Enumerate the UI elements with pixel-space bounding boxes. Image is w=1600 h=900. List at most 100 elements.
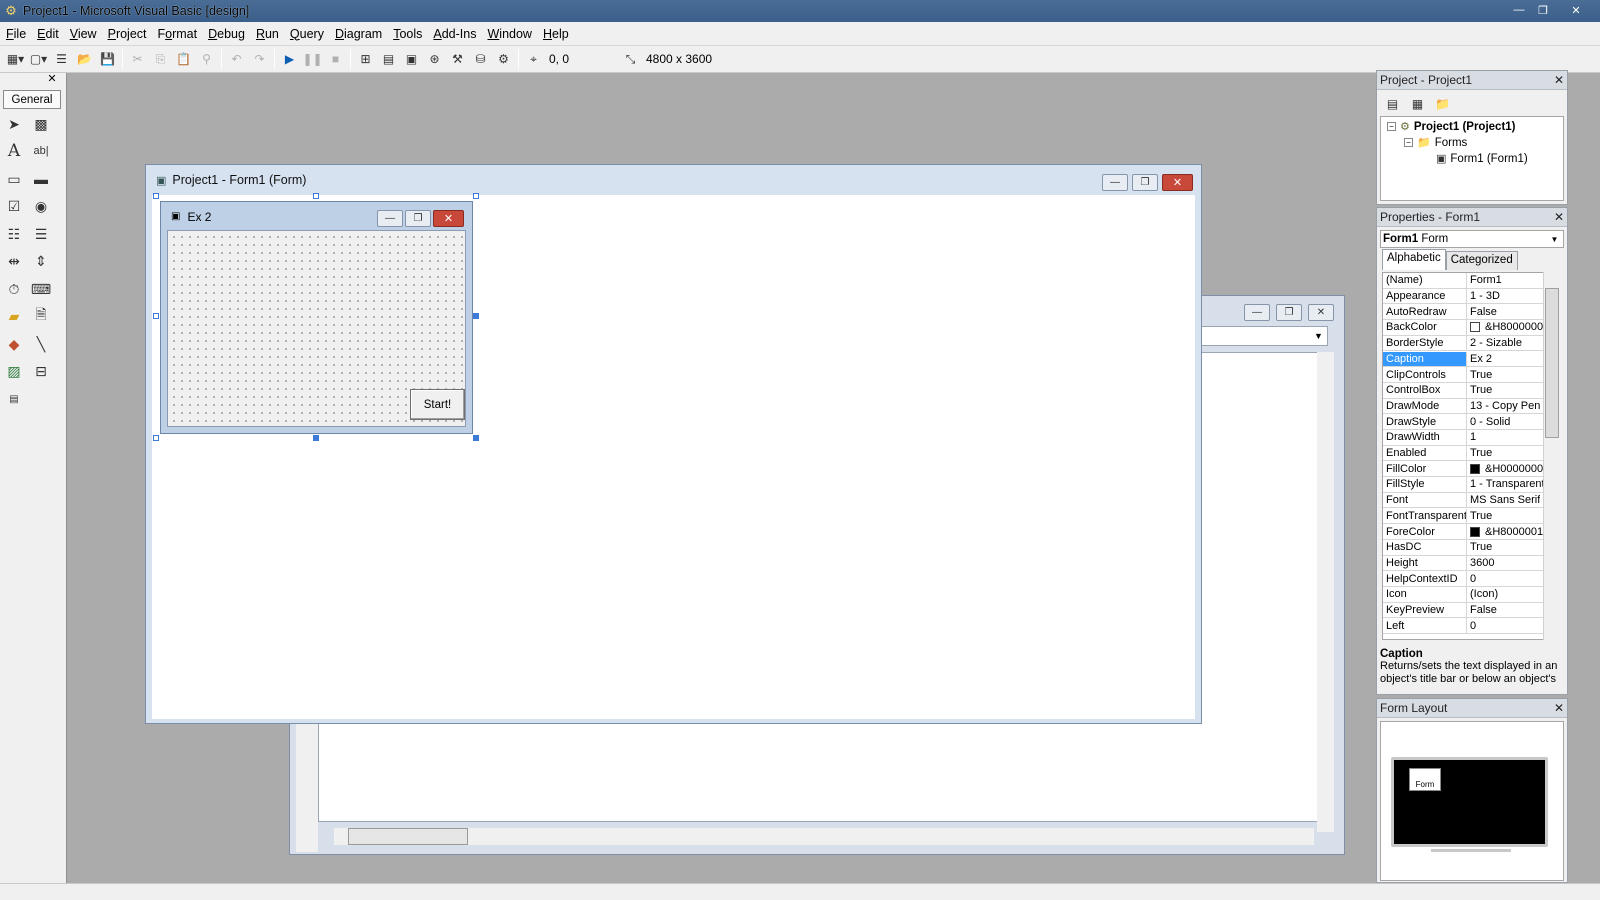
property-value[interactable]: 2 - Sizable <box>1467 336 1522 351</box>
property-value[interactable]: (Icon) <box>1467 587 1498 602</box>
pointer-tool-icon[interactable]: ➤ <box>2 112 26 136</box>
save-project-icon[interactable]: 💾 <box>96 48 119 70</box>
cut-icon[interactable]: ✂ <box>126 48 149 70</box>
commandbutton-tool-icon[interactable]: ▬ <box>29 167 53 191</box>
close-icon[interactable]: ✕ <box>1554 73 1564 87</box>
paste-icon[interactable]: 📋 <box>172 48 195 70</box>
property-value[interactable]: MS Sans Serif <box>1467 493 1540 508</box>
property-row[interactable]: DrawMode 13 - Copy Pen <box>1383 398 1559 415</box>
tab-categorized[interactable]: Categorized <box>1445 251 1518 270</box>
property-value[interactable]: Form1 <box>1467 273 1502 288</box>
minimize-button[interactable]: — <box>1508 1 1530 19</box>
property-row[interactable]: FillColor &H00000000 <box>1383 461 1559 478</box>
scroll-thumb[interactable] <box>348 828 468 845</box>
optionbutton-tool-icon[interactable]: ◉ <box>29 194 53 218</box>
property-row[interactable]: HelpContextID 0 <box>1383 571 1559 587</box>
property-value[interactable]: True <box>1467 383 1492 398</box>
data-tool-icon[interactable]: ⊟ <box>29 359 53 383</box>
property-row[interactable]: KeyPreview False <box>1383 602 1559 619</box>
property-value[interactable]: &H00000000 <box>1467 461 1549 476</box>
view-code-icon[interactable]: ▤ <box>1381 93 1404 115</box>
redo-icon[interactable]: ↷ <box>248 48 271 70</box>
resize-handle[interactable] <box>313 435 319 441</box>
collapse-icon[interactable]: − <box>1404 138 1413 147</box>
close-button[interactable]: ✕ <box>1556 1 1596 19</box>
hscrollbar-tool-icon[interactable]: ⇹ <box>2 249 26 273</box>
chevron-down-icon[interactable]: ▼ <box>1310 327 1327 345</box>
form1-grid-area[interactable]: Start! <box>167 230 466 427</box>
frame-tool-icon[interactable]: ▭ <box>2 167 26 191</box>
menu-file[interactable]: File <box>0 27 31 41</box>
property-row[interactable]: Font MS Sans Serif <box>1383 492 1559 509</box>
start-icon[interactable]: ▶ <box>278 48 301 70</box>
listbox-tool-icon[interactable]: ☰ <box>29 222 53 246</box>
resize-handle[interactable] <box>473 435 479 441</box>
menu-editor-icon[interactable]: ☰ <box>50 48 73 70</box>
code-horizontal-scrollbar[interactable] <box>334 828 1314 845</box>
property-value[interactable]: True <box>1467 540 1492 555</box>
menu-query[interactable]: Query <box>284 27 329 41</box>
line-tool-icon[interactable]: ╲ <box>29 332 53 356</box>
close-icon[interactable]: ✕ <box>1554 701 1564 715</box>
form-layout-icon[interactable]: ▣ <box>400 48 423 70</box>
property-row[interactable]: ForeColor &H80000012 <box>1383 524 1559 540</box>
restore-button[interactable]: ❐ <box>1532 1 1554 19</box>
form1-design-surface[interactable]: ▣ Ex 2 — ❐ ✕ Start! <box>160 201 473 434</box>
dirlistbox-tool-icon[interactable]: ▰ <box>2 304 26 328</box>
property-value[interactable]: 3600 <box>1467 556 1494 571</box>
menu-window[interactable]: Window <box>481 27 536 41</box>
view-object-icon[interactable]: ▦ <box>1406 93 1429 115</box>
menu-view[interactable]: View <box>64 27 102 41</box>
chevron-down-icon[interactable]: ▼ <box>1547 232 1562 246</box>
property-value[interactable]: Ex 2 <box>1467 352 1492 367</box>
object-selector[interactable]: Form1 Form ▼ <box>1380 230 1564 248</box>
component-manager-icon[interactable]: ⚙ <box>492 48 515 70</box>
toolbox-close-icon[interactable]: ✕ <box>46 74 58 86</box>
property-value[interactable]: 1 - 3D <box>1467 289 1500 304</box>
property-value[interactable]: 13 - Copy Pen <box>1467 399 1540 414</box>
break-icon[interactable]: ❚❚ <box>301 48 324 70</box>
menu-run[interactable]: Run <box>250 27 284 41</box>
combobox-tool-icon[interactable]: ☷ <box>2 222 26 246</box>
tree-item-forms[interactable]: − 📁 Forms <box>1404 136 1467 149</box>
code-vertical-scrollbar[interactable] <box>1317 352 1334 832</box>
ole-tool-icon[interactable]: ▤ <box>2 387 26 411</box>
property-row[interactable]: BackColor &H8000000F <box>1383 320 1559 336</box>
collapse-icon[interactable]: − <box>1387 122 1396 131</box>
property-value[interactable]: 0 <box>1467 571 1476 586</box>
menu-help[interactable]: Help <box>537 27 574 41</box>
property-row[interactable]: AutoRedraw False <box>1383 304 1559 321</box>
add-form-icon[interactable]: ▢▾ <box>27 48 50 70</box>
checkbox-tool-icon[interactable]: ☑ <box>2 194 26 218</box>
property-row[interactable]: Caption Ex 2 <box>1383 351 1559 368</box>
property-row[interactable]: DrawStyle 0 - Solid <box>1383 414 1559 430</box>
property-value[interactable]: True <box>1467 446 1492 461</box>
end-icon[interactable]: ■ <box>324 48 347 70</box>
property-value[interactable]: True <box>1467 367 1492 382</box>
data-view-icon[interactable]: ⛁ <box>469 48 492 70</box>
start-command-button[interactable]: Start! <box>410 389 465 420</box>
label-tool-icon[interactable]: A <box>2 139 26 163</box>
undo-icon[interactable]: ↶ <box>225 48 248 70</box>
project-explorer-icon[interactable]: ⊞ <box>354 48 377 70</box>
form-position-preview[interactable]: Form <box>1409 768 1441 791</box>
find-icon[interactable]: ⚲ <box>195 48 218 70</box>
properties-scrollbar[interactable] <box>1543 272 1560 640</box>
filelistbox-tool-icon[interactable]: 🗎 <box>29 304 53 328</box>
resize-handle[interactable] <box>473 313 479 319</box>
tree-item-project[interactable]: − ⚙ Project1 (Project1) <box>1387 120 1516 133</box>
copy-icon[interactable]: ⎘ <box>149 48 172 70</box>
property-row[interactable]: (Name) Form1 <box>1383 273 1559 289</box>
add-project-icon[interactable]: ▦▾ <box>4 48 27 70</box>
designer-close-icon[interactable]: ✕ <box>1162 174 1193 191</box>
textbox-tool-icon[interactable]: ab| <box>29 139 53 163</box>
open-project-icon[interactable]: 📂 <box>73 48 96 70</box>
shape-tool-icon[interactable]: ◆ <box>2 332 26 356</box>
property-value[interactable]: &H80000012 <box>1467 524 1549 539</box>
tab-alphabetic[interactable]: Alphabetic <box>1382 249 1446 270</box>
properties-window-icon[interactable]: ▤ <box>377 48 400 70</box>
property-value[interactable]: 1 <box>1467 430 1476 445</box>
menu-debug[interactable]: Debug <box>202 27 250 41</box>
property-row[interactable]: ControlBox True <box>1383 382 1559 399</box>
property-value[interactable]: False <box>1467 603 1497 618</box>
